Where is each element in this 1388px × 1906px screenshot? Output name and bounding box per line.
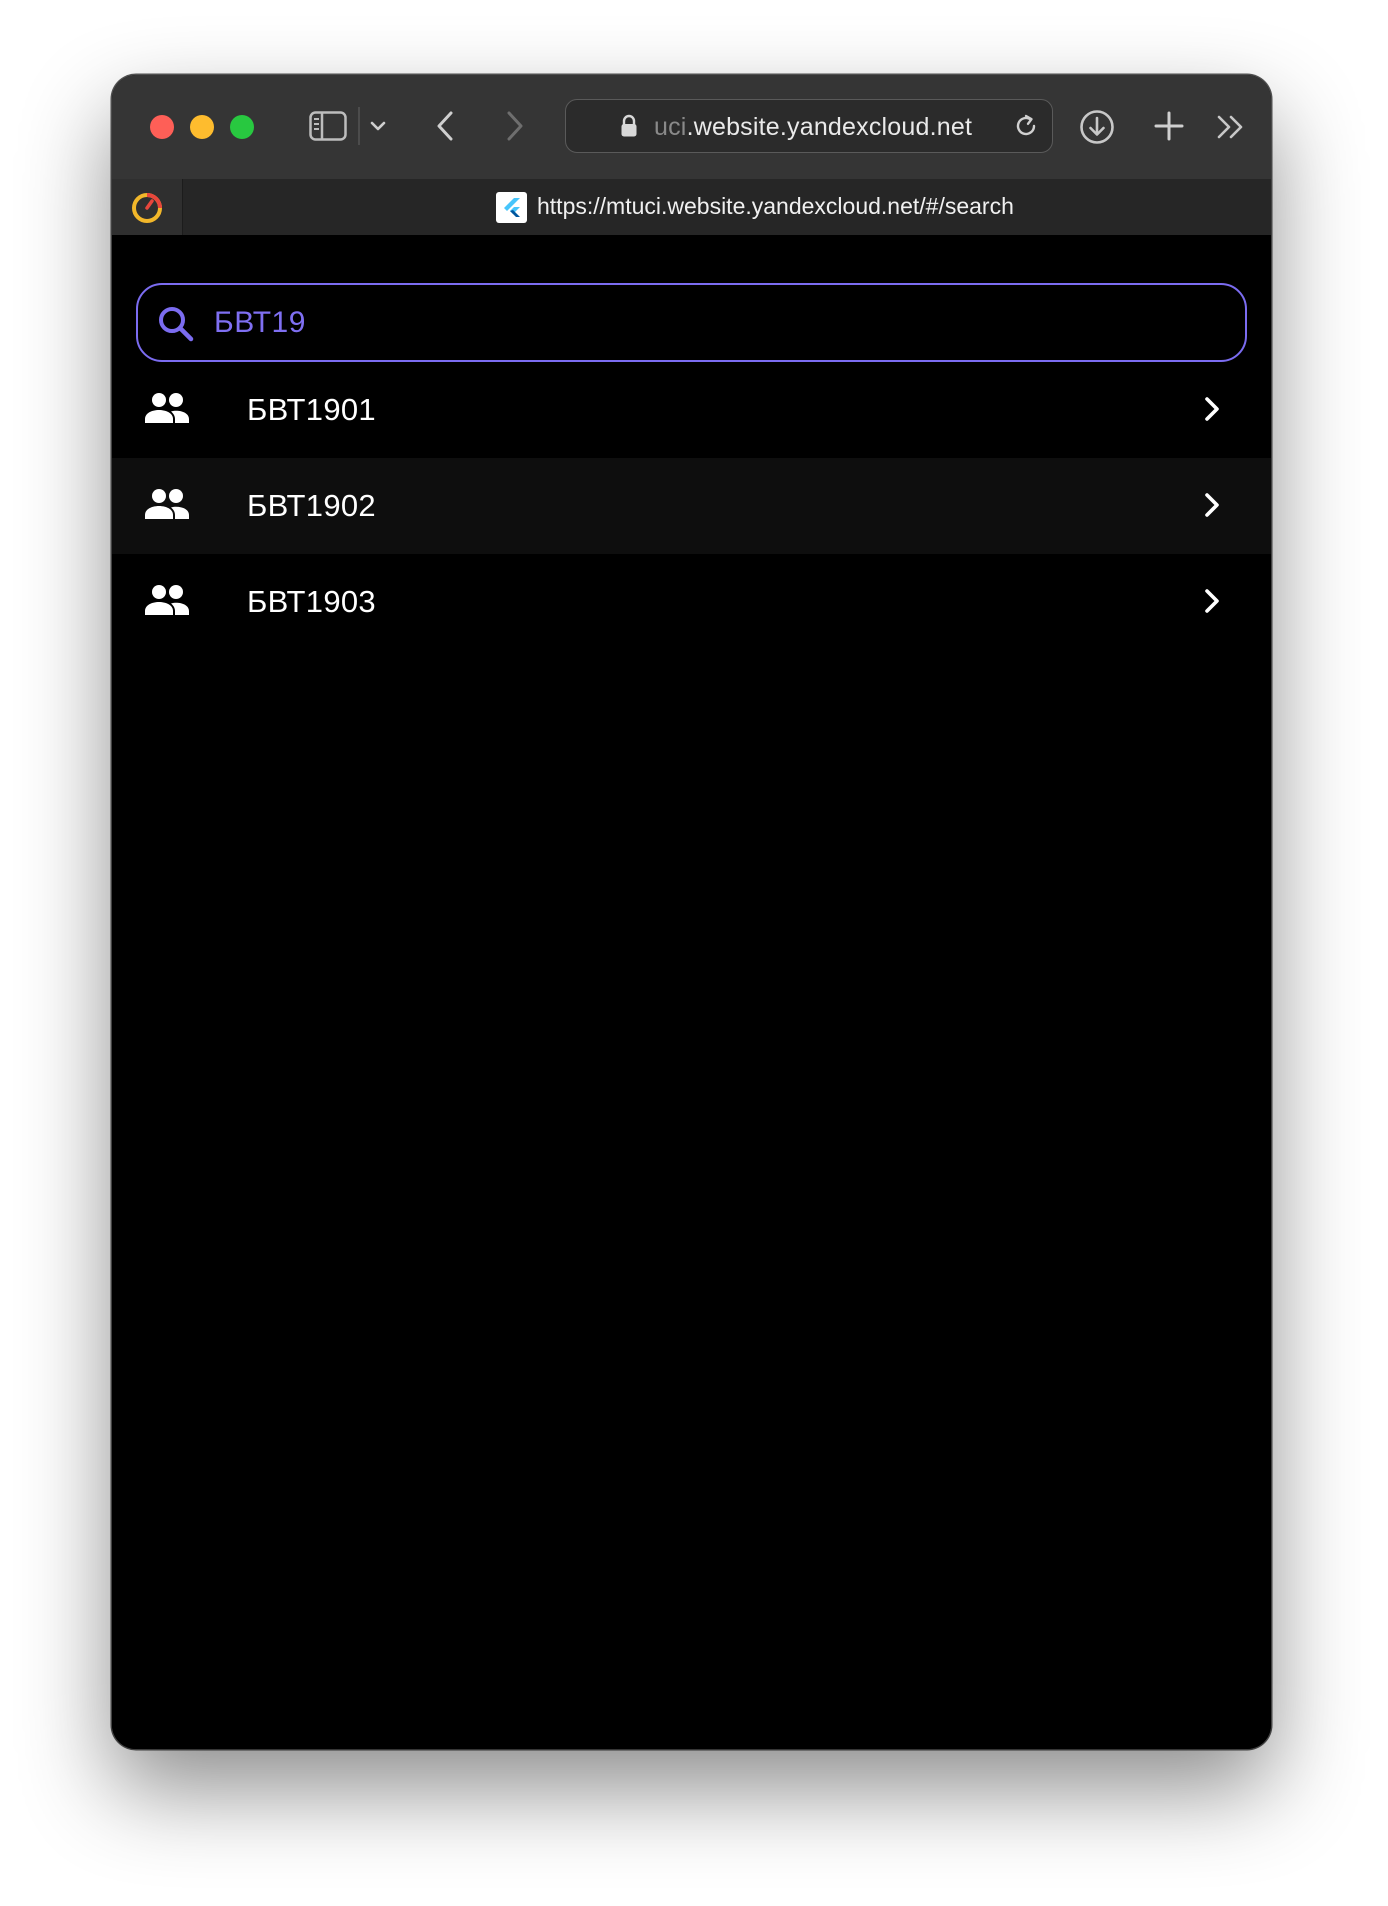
result-row-3[interactable]: БВТ1903 <box>112 554 1271 650</box>
pinned-tab[interactable] <box>112 179 183 235</box>
chevron-down-icon[interactable] <box>367 113 389 139</box>
chevron-right-icon <box>1202 586 1222 616</box>
toolbar-divider <box>358 107 360 145</box>
minimize-window-button[interactable] <box>190 115 214 139</box>
lock-icon <box>618 113 640 139</box>
tab-active[interactable]: https://mtuci.website.yandexcloud.net/#/… <box>183 179 1271 235</box>
address-domain: uci.website.yandexcloud.net <box>654 113 973 141</box>
result-label: БВТ1901 <box>247 392 376 427</box>
browser-toolbar: uci.website.yandexcloud.net <box>112 75 1271 179</box>
result-row-2[interactable]: БВТ1902 <box>112 458 1271 554</box>
download-icon[interactable] <box>1078 108 1116 146</box>
tab-strip: https://mtuci.website.yandexcloud.net/#/… <box>112 179 1271 235</box>
search-input[interactable] <box>214 299 1214 347</box>
search-field[interactable] <box>136 283 1247 362</box>
timer-app-icon <box>132 193 162 223</box>
zoom-window-button[interactable] <box>230 115 254 139</box>
group-icon <box>144 392 190 424</box>
group-icon <box>144 584 190 616</box>
reload-icon[interactable] <box>1012 112 1040 140</box>
chevron-right-icon <box>1202 490 1222 520</box>
chevron-right-icon <box>1202 394 1222 424</box>
double-chevron-icon[interactable] <box>1214 111 1248 143</box>
plus-icon[interactable] <box>1152 109 1186 143</box>
results-list: БВТ1901 БВТ1902 БВТ1903 <box>112 362 1271 650</box>
result-row-1[interactable]: БВТ1901 <box>112 362 1271 458</box>
forward-icon[interactable] <box>500 107 530 145</box>
browser-window: uci.website.yandexcloud.net https://mtuc… <box>112 75 1271 1749</box>
address-bar[interactable]: uci.website.yandexcloud.net <box>565 99 1053 153</box>
search-icon <box>156 304 196 344</box>
close-window-button[interactable] <box>150 115 174 139</box>
page-content: БВТ1901 БВТ1902 <box>112 235 1271 1749</box>
tab-title: https://mtuci.website.yandexcloud.net/#/… <box>537 193 1014 219</box>
flutter-favicon-icon <box>496 192 527 223</box>
result-label: БВТ1902 <box>247 488 376 523</box>
group-icon <box>144 488 190 520</box>
result-label: БВТ1903 <box>247 584 376 619</box>
back-icon[interactable] <box>430 107 460 145</box>
sidebar-icon[interactable] <box>308 109 348 143</box>
